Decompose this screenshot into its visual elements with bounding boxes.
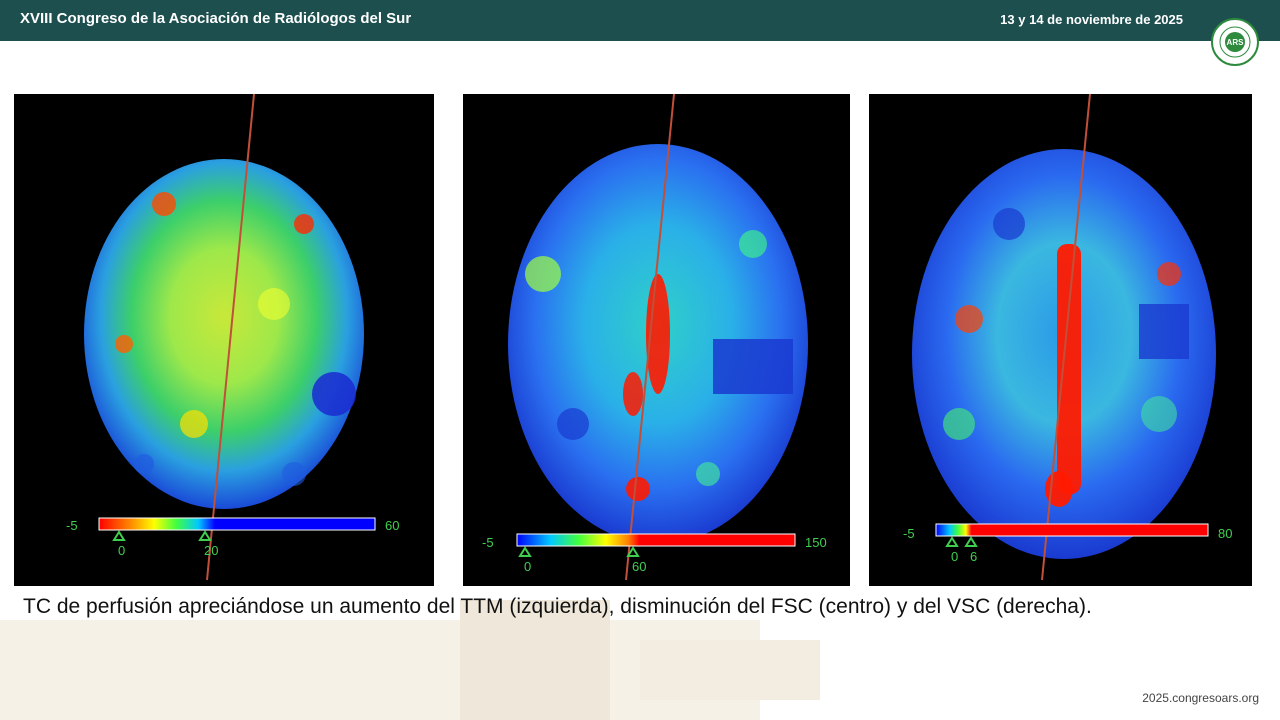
perfusion-map-vsc: -5 80 0 6 <box>869 94 1252 586</box>
background-decoration <box>640 640 820 700</box>
congress-title: XVIII Congreso de la Asociación de Radió… <box>20 10 412 27</box>
brain-map <box>84 159 364 509</box>
scale-max-label: 80 <box>1218 526 1232 541</box>
congress-date: 13 y 14 de noviembre de 2025 <box>1000 12 1183 27</box>
scale-marker-label: 6 <box>970 549 977 564</box>
scale-max-label: 60 <box>385 518 399 533</box>
scale-marker-label: 60 <box>632 559 646 574</box>
color-scale-bar <box>98 517 376 531</box>
scale-max-label: 150 <box>805 535 827 550</box>
scale-marker-triangle <box>198 530 212 541</box>
perfusion-map-ttm: -5 60 0 20 <box>14 94 434 586</box>
footer-url[interactable]: 2025.congresoars.org <box>1142 691 1259 705</box>
ars-logo-icon: ARS <box>1211 18 1259 66</box>
scale-marker-triangle <box>964 536 978 547</box>
scale-min-label: -5 <box>482 535 494 550</box>
scale-marker-label: 0 <box>118 543 125 558</box>
color-scale-bar <box>516 533 796 547</box>
logo-text: ARS <box>1227 38 1245 47</box>
header-bar: XVIII Congreso de la Asociación de Radió… <box>0 0 1280 41</box>
scale-min-label: -5 <box>66 518 78 533</box>
scale-min-label: -5 <box>903 526 915 541</box>
scale-marker-label: 20 <box>204 543 218 558</box>
scale-marker-triangle <box>518 546 532 557</box>
scale-marker-label: 0 <box>524 559 531 574</box>
figure-caption: TC de perfusión apreciándose un aumento … <box>23 595 1092 618</box>
color-scale-bar <box>935 523 1209 537</box>
scale-marker-label: 0 <box>951 549 958 564</box>
scale-marker-triangle <box>112 530 126 541</box>
scale-marker-triangle <box>945 536 959 547</box>
perfusion-map-fsc: -5 150 0 60 <box>463 94 850 586</box>
